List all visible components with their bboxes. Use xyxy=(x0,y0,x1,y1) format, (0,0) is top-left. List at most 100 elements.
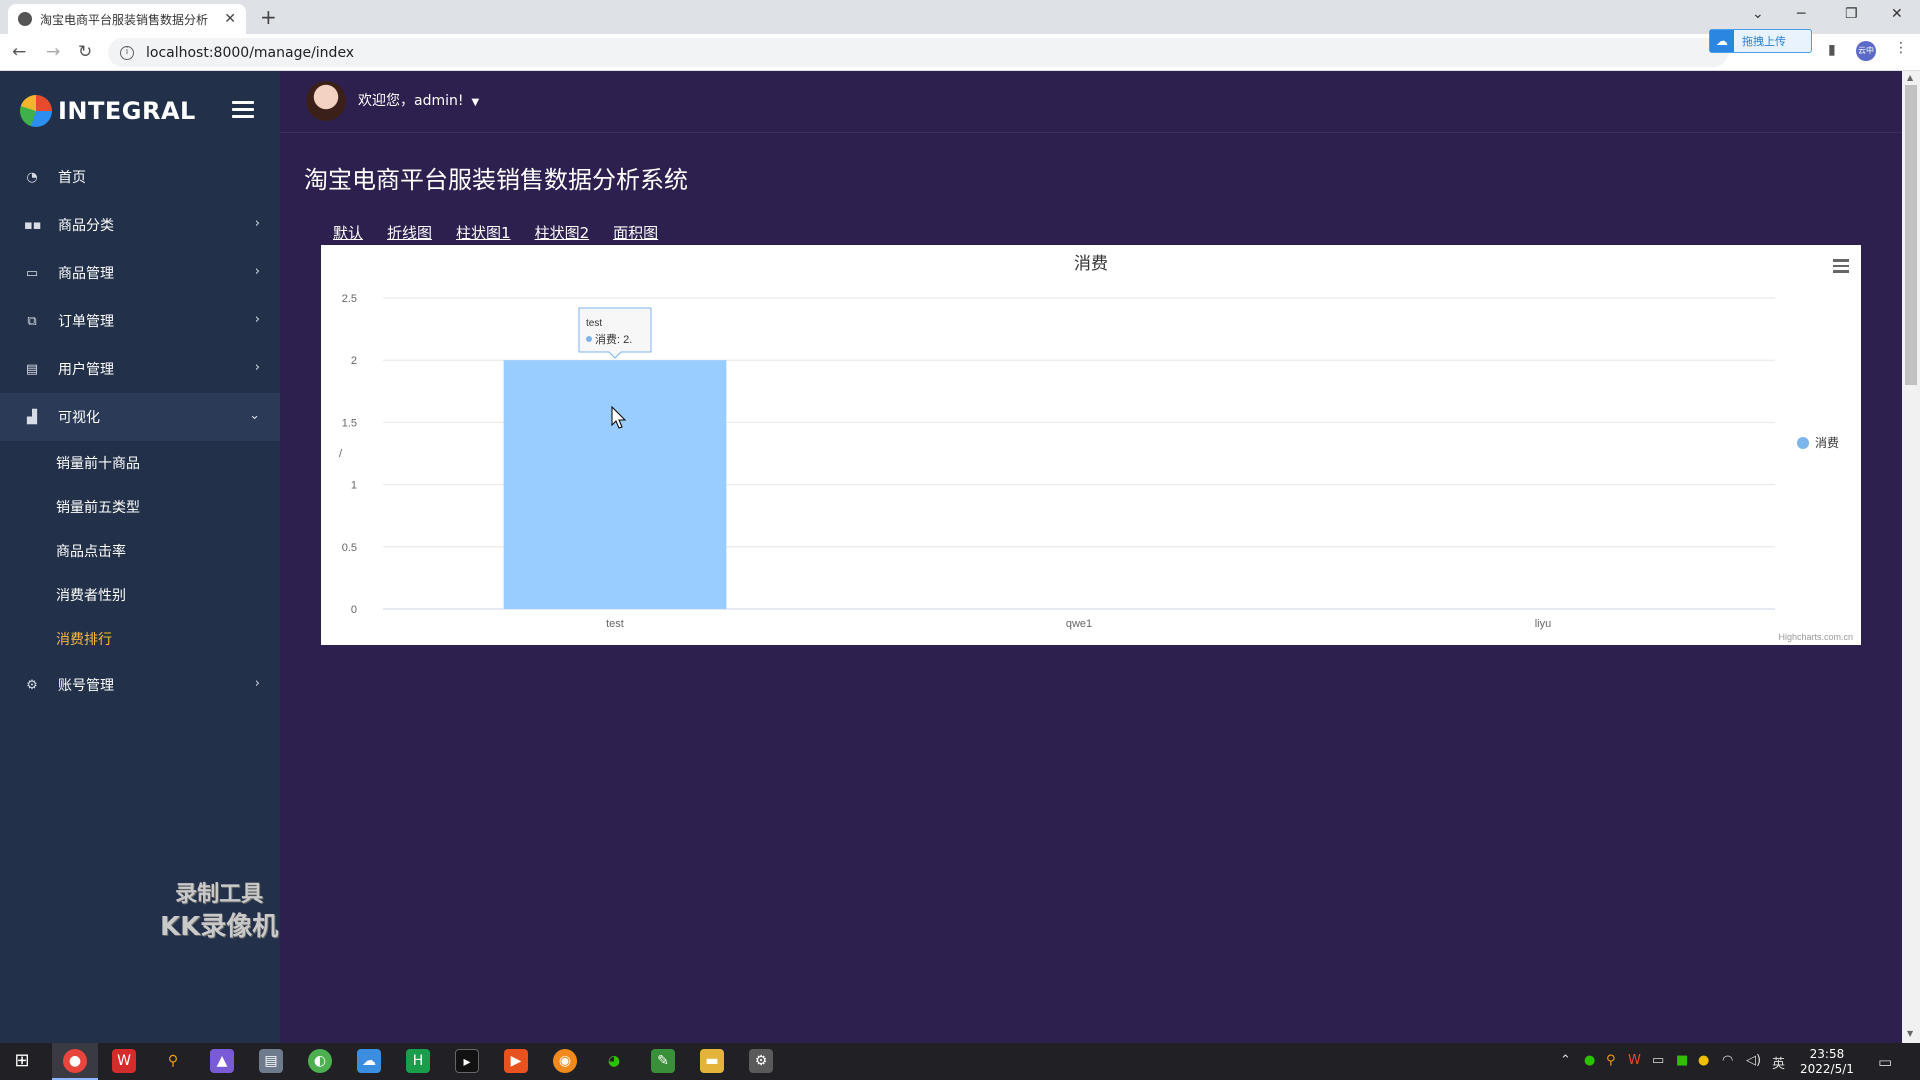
chevron-right-icon: › xyxy=(254,676,260,691)
wps-icon[interactable]: W xyxy=(112,1049,136,1073)
baidu-netdisk-icon[interactable]: ☁ xyxy=(357,1049,381,1073)
search-app-icon[interactable]: ⚲ xyxy=(161,1049,185,1073)
wifi-icon[interactable]: ◠ xyxy=(1722,1053,1733,1068)
dashboard-icon: ◔ xyxy=(26,169,38,185)
tooltip-marker xyxy=(586,336,592,342)
tab-bar-chart-2[interactable]: 柱状图2 xyxy=(535,222,590,243)
document-icon: ▤ xyxy=(25,361,39,377)
sidebar-item-products[interactable]: ▭ 商品管理 › xyxy=(0,249,280,297)
recorder-icon[interactable]: ◉ xyxy=(553,1049,577,1073)
scroll-down-icon[interactable]: ▼ xyxy=(1907,1029,1913,1038)
tab-search-icon[interactable]: ⌄ xyxy=(1752,6,1764,22)
upload-widget[interactable]: ☁ 拖拽上传 xyxy=(1709,29,1812,53)
tray-expand-icon[interactable]: ⌃ xyxy=(1560,1053,1571,1068)
sidebar-menu: ◔ 首页 ▪▪ 商品分类 › ▭ 商品管理 › ⧉ 订单管理 › ▤ 用户管理 … xyxy=(0,153,280,709)
tray-wps-icon[interactable]: W xyxy=(1628,1053,1641,1068)
app-green-icon[interactable]: ◐ xyxy=(308,1049,332,1073)
upload-label: 拖拽上传 xyxy=(1742,35,1786,48)
grid-icon: ▪▪ xyxy=(24,217,42,233)
x-tick-label: test xyxy=(606,618,624,630)
minimize-icon[interactable]: ─ xyxy=(1797,6,1805,22)
terminal-icon[interactable]: ▸ xyxy=(455,1049,479,1073)
chart-export-menu-icon[interactable] xyxy=(1833,259,1849,276)
chevron-right-icon: › xyxy=(254,312,260,327)
tab-line-chart[interactable]: 折线图 xyxy=(387,222,432,243)
tray-wechat-icon[interactable]: ● xyxy=(1584,1053,1595,1068)
x-tick-label: qwe1 xyxy=(1066,618,1092,630)
restore-icon[interactable]: ❐ xyxy=(1845,6,1858,22)
y-tick-label: 2.5 xyxy=(342,293,357,305)
forward-icon[interactable]: → xyxy=(46,42,60,62)
reload-icon[interactable]: ↻ xyxy=(78,42,92,62)
watermark-line2: KK录像机 xyxy=(160,912,279,942)
tray-network-icon[interactable]: ▭ xyxy=(1652,1053,1664,1068)
sidebar-item-label: 首页 xyxy=(58,170,86,186)
window-close-icon[interactable]: ✕ xyxy=(1891,6,1903,22)
url-text: localhost:8000/manage/index xyxy=(146,44,355,61)
chevron-right-icon: › xyxy=(254,264,260,279)
media-app-icon[interactable]: ▶ xyxy=(504,1049,528,1073)
back-icon[interactable]: ← xyxy=(12,42,26,62)
brand-logo[interactable]: INTEGRAL xyxy=(20,95,196,127)
address-toolbar: ← → ↻ i localhost:8000/manage/index ▮ 云中… xyxy=(0,34,1920,71)
tray-app-icon[interactable]: ■ xyxy=(1676,1053,1688,1068)
address-bar[interactable]: i localhost:8000/manage/index xyxy=(108,38,1728,67)
tray-search-icon[interactable]: ⚲ xyxy=(1606,1053,1616,1068)
site-info-icon[interactable]: i xyxy=(120,45,134,60)
tray-qq-icon[interactable]: ● xyxy=(1698,1053,1709,1068)
submenu-item-top10-products[interactable]: 销量前十商品 xyxy=(0,441,280,485)
scrollbar-thumb[interactable] xyxy=(1905,85,1917,385)
editor-icon[interactable]: ✎ xyxy=(651,1049,675,1073)
hbuilder-icon[interactable]: H xyxy=(406,1049,430,1073)
window-icon: ▭ xyxy=(25,265,39,281)
browser-menu-icon[interactable]: ⋮ xyxy=(1894,40,1908,56)
browser-tab[interactable]: 淘宝电商平台服装销售数据分析 ✕ xyxy=(8,4,246,34)
new-tab-icon[interactable]: + xyxy=(260,5,277,29)
chart-credits: Highcharts.com.cn xyxy=(1778,632,1853,642)
profile-avatar[interactable]: 云中 xyxy=(1856,41,1876,61)
pycharm-icon[interactable]: ▲ xyxy=(210,1049,234,1073)
notification-center-icon[interactable]: ▭ xyxy=(1878,1053,1892,1071)
page-scrollbar[interactable]: ▲ ▼ xyxy=(1902,71,1920,1043)
sidebar-item-users[interactable]: ▤ 用户管理 › xyxy=(0,345,280,393)
scroll-up-icon[interactable]: ▲ xyxy=(1907,73,1913,82)
sidebar-item-categories[interactable]: ▪▪ 商品分类 › xyxy=(0,201,280,249)
wechat-icon[interactable]: ◕ xyxy=(602,1049,626,1073)
submenu-item-gender[interactable]: 消费者性别 xyxy=(0,573,280,617)
sidebar-item-accounts[interactable]: ⚙ 账号管理 › xyxy=(0,661,280,709)
clock-time: 23:58 xyxy=(1809,1047,1845,1061)
submenu-item-spending-rank[interactable]: 消费排行 xyxy=(0,617,280,661)
hamburger-menu-icon[interactable] xyxy=(232,101,254,122)
sidebar-item-visualization[interactable]: ▟ 可视化 ⌄ xyxy=(0,393,280,441)
settings-app-icon[interactable]: ⚙ xyxy=(749,1049,773,1073)
volume-icon[interactable]: ◁) xyxy=(1746,1053,1761,1068)
sidebar-panel-icon[interactable]: ▮ xyxy=(1828,42,1836,58)
sidebar-item-home[interactable]: ◔ 首页 xyxy=(0,153,280,201)
submenu-item-top5-types[interactable]: 销量前五类型 xyxy=(0,485,280,529)
clock-date: 2022/5/1 xyxy=(1800,1062,1854,1076)
chevron-right-icon: › xyxy=(254,216,260,231)
ime-indicator[interactable]: 英 xyxy=(1772,1053,1785,1072)
chart-container: 消费 0 0.5 1 1.5 2 2.5 / test qwe1 liyu 消费 test 消费: 2. H… xyxy=(321,245,1861,645)
notepad-icon[interactable]: ▤ xyxy=(259,1049,283,1073)
tab-default[interactable]: 默认 xyxy=(333,222,363,243)
user-menu[interactable]: 欢迎您，admin! ▼ xyxy=(358,90,479,110)
file-explorer-icon[interactable]: ▬ xyxy=(700,1049,724,1073)
windows-start-icon[interactable]: ⊞ xyxy=(10,1049,34,1073)
chrome-icon[interactable]: ● xyxy=(63,1049,87,1073)
close-tab-icon[interactable]: ✕ xyxy=(224,11,236,27)
sidebar-item-label: 订单管理 xyxy=(58,314,114,330)
tab-bar-chart-1[interactable]: 柱状图1 xyxy=(456,222,511,243)
welcome-text: 欢迎您，admin! xyxy=(358,93,464,109)
site-favicon-icon xyxy=(18,12,32,26)
avatar[interactable] xyxy=(306,81,346,121)
sidebar-item-orders[interactable]: ⧉ 订单管理 › xyxy=(0,297,280,345)
submenu-item-click-rate[interactable]: 商品点击率 xyxy=(0,529,280,573)
page-title: 淘宝电商平台服装销售数据分析系统 xyxy=(304,166,688,194)
brand-name: INTEGRAL xyxy=(58,97,196,125)
cloud-upload-icon: ☁ xyxy=(1710,30,1734,52)
chevron-down-icon: ⌄ xyxy=(249,408,260,423)
tab-area-chart[interactable]: 面积图 xyxy=(613,222,658,243)
system-clock[interactable]: 23:58 2022/5/1 xyxy=(1800,1047,1854,1077)
recorder-watermark: 录制工具 KK录像机 xyxy=(160,879,278,943)
